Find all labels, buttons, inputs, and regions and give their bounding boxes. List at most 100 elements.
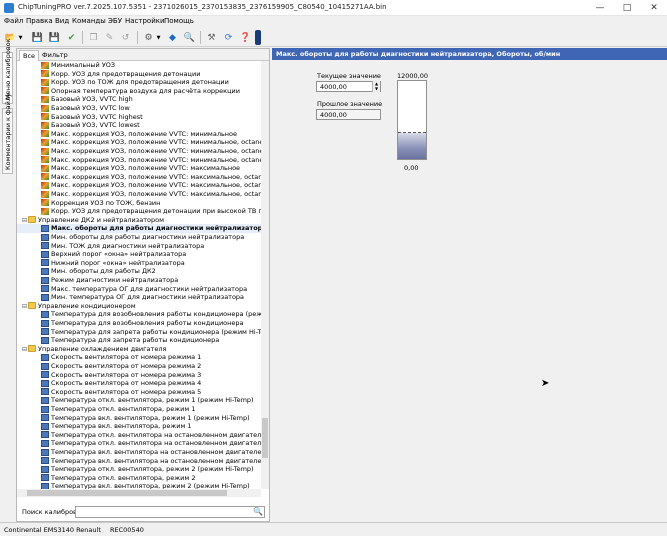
search-input[interactable]: [75, 506, 265, 518]
tree-item[interactable]: Температура вкл. вентилятора, режим 1 (р…: [17, 414, 261, 423]
tree-item[interactable]: Макс. обороты для работы диагностики ней…: [17, 224, 261, 233]
checksum-icon[interactable]: ✔: [64, 30, 79, 45]
calibration-panel: Все Фильтр Минимальный УОЗ Корр. УОЗ для …: [16, 48, 270, 522]
tree-item[interactable]: Коррекция УОЗ по ТОЖ, бензин: [17, 199, 261, 208]
hscroll-thumb[interactable]: [27, 490, 227, 496]
tree-horizontal-scrollbar[interactable]: [17, 489, 261, 497]
tree-item[interactable]: Температура откл. вентилятора, режим 1 (…: [17, 396, 261, 405]
value-1d-icon: [41, 285, 49, 293]
tree-item-label: Корр. УОЗ для предотвращения детонации: [51, 69, 201, 78]
tree-item[interactable]: Минимальный УОЗ: [17, 61, 261, 70]
tree-item-label: Скорость вентилятора от номера режима 1: [51, 353, 202, 362]
tree-item[interactable]: Нижний порог «окна» нейтрализатора: [17, 259, 261, 268]
update-icon[interactable]: ⟳: [221, 30, 236, 45]
tree-item[interactable]: Базовый УОЗ, VVTC high: [17, 95, 261, 104]
map-3d-icon: [41, 121, 49, 129]
tree-folder[interactable]: ⊟ Управление охлаждением двигателя: [17, 345, 261, 354]
tree-vertical-scrollbar[interactable]: [261, 61, 269, 489]
tree-item[interactable]: Температура вкл. вентилятора, режим 1: [17, 422, 261, 431]
tree-item[interactable]: Температура откл. вентилятора, режим 2 (…: [17, 465, 261, 474]
tree-folder[interactable]: ⊟ Управление ДК2 и нейтрализатором: [17, 216, 261, 225]
tree-item[interactable]: Опорная температура воздуха для расчёта …: [17, 87, 261, 96]
menu-settings[interactable]: Настройки: [125, 17, 165, 25]
tree-item[interactable]: Базовый УОЗ, VVTC highest: [17, 113, 261, 122]
tree-item[interactable]: Температура откл. вентилятора на останов…: [17, 431, 261, 440]
tree-item[interactable]: Макс. коррекция УОЗ, положение VVTC: мак…: [17, 190, 261, 199]
folder-icon: [28, 345, 36, 353]
tree-folder[interactable]: ⊟ Управление кондиционером: [17, 302, 261, 311]
chevron-down-icon[interactable]: ▼: [17, 30, 24, 45]
previous-value-field: 4000,00: [316, 109, 381, 120]
tree-item[interactable]: Макс. коррекция УОЗ, положение VVTC: мак…: [17, 181, 261, 190]
tools-icon[interactable]: ⚒: [204, 30, 219, 45]
menu-view[interactable]: Вид: [55, 17, 69, 25]
tree-item[interactable]: Скорость вентилятора от номера режима 2: [17, 362, 261, 371]
tree-item[interactable]: Макс. коррекция УОЗ, положение VVTC: мин…: [17, 130, 261, 139]
help-icon[interactable]: ❓: [238, 30, 253, 45]
search-icon[interactable]: 🔍: [182, 30, 197, 45]
search-icon[interactable]: 🔍: [253, 507, 263, 516]
tree-item[interactable]: Режим диагностики нейтрализатора: [17, 276, 261, 285]
maximize-button[interactable]: □: [614, 0, 640, 16]
tree-item[interactable]: Температура вкл. вентилятора на остановл…: [17, 457, 261, 466]
paste-icon[interactable]: ✎: [102, 30, 117, 45]
tree-item[interactable]: Макс. коррекция УОЗ, положение VVTC: мак…: [17, 164, 261, 173]
tab-file-comments[interactable]: Комментарии к файлу: [2, 93, 13, 174]
diamond-icon[interactable]: ◆: [165, 30, 180, 45]
tree-item-label: Управление ДК2 и нейтрализатором: [38, 215, 164, 224]
menu-ecu[interactable]: ЭБУ: [108, 17, 122, 25]
calibration-tree: Минимальный УОЗ Корр. УОЗ для предотвраще…: [17, 61, 261, 497]
close-button[interactable]: ✕: [641, 0, 667, 16]
tree-item[interactable]: Температура откл. вентилятора, режим 2: [17, 474, 261, 483]
menu-edit[interactable]: Правка: [26, 17, 53, 25]
tab-all[interactable]: Все: [19, 50, 40, 61]
tree-item-label: Температура вкл. вентилятора на остановл…: [51, 456, 261, 465]
tree-item[interactable]: Температура для возобновления работы кон…: [17, 319, 261, 328]
value-1d-icon: [41, 388, 49, 396]
menu-commands[interactable]: Команды: [72, 17, 106, 25]
tree-item[interactable]: Макс. коррекция УОЗ, положение VVTC: мин…: [17, 138, 261, 147]
tree-item[interactable]: Температура откл. вентилятора на останов…: [17, 439, 261, 448]
copy-icon[interactable]: ❐: [86, 30, 101, 45]
tree-item[interactable]: Скорость вентилятора от номера режима 5: [17, 388, 261, 397]
tree-item[interactable]: Макс. коррекция УОЗ, положение VVTC: мин…: [17, 156, 261, 165]
tab-filter[interactable]: Фильтр: [39, 50, 71, 61]
value-spinner[interactable]: ▲ ▼: [372, 81, 380, 92]
tree-item[interactable]: Корр. УОЗ для предотвращения детонации: [17, 70, 261, 79]
tree-item[interactable]: Температура для запрета работы кондицион…: [17, 328, 261, 337]
tree-item-label: Базовый УОЗ, VVTC low: [51, 104, 130, 112]
tree-item-label: Режим диагностики нейтрализатора: [51, 276, 179, 284]
tree-item[interactable]: Макс. коррекция УОЗ, положение VVTC: мин…: [17, 147, 261, 156]
tree-item[interactable]: Верхний порог «окна» нейтрализатора: [17, 250, 261, 259]
tree-item[interactable]: Корр. УОЗ для предотвращения детонации п…: [17, 207, 261, 216]
undo-icon[interactable]: ↺: [118, 30, 133, 45]
tree-item[interactable]: Скорость вентилятора от номера режима 4: [17, 379, 261, 388]
compare-chevron-down-icon[interactable]: ▼: [155, 30, 162, 45]
tree-item[interactable]: Базовый УОЗ, VVTC low: [17, 104, 261, 113]
tree-item[interactable]: Мин. температура ОГ для диагностики нейт…: [17, 293, 261, 302]
tree-item[interactable]: Мин. обороты для работы диагностики нейт…: [17, 233, 261, 242]
menu-help[interactable]: Помощь: [164, 17, 194, 25]
tree-item[interactable]: Мин. ТОЖ для диагностики нейтрализатора: [17, 242, 261, 251]
minimize-button[interactable]: —: [587, 0, 613, 16]
tree-item-label: Коррекция УОЗ по ТОЖ, бензин: [51, 198, 161, 207]
value-1d-icon: [41, 224, 49, 232]
tree-item[interactable]: Скорость вентилятора от номера режима 3: [17, 371, 261, 380]
tree-item[interactable]: Мин. обороты для работы ДК2: [17, 267, 261, 276]
compare-icon[interactable]: ⚙: [141, 30, 156, 45]
tree-item[interactable]: Базовый УОЗ, VVTC lowest: [17, 121, 261, 130]
save-icon[interactable]: 💾: [30, 30, 45, 45]
scroll-thumb[interactable]: [262, 418, 268, 458]
tree-item[interactable]: Макс. коррекция УОЗ, положение VVTC: мак…: [17, 173, 261, 182]
tree-item[interactable]: Температура вкл. вентилятора на остановл…: [17, 448, 261, 457]
tree-item[interactable]: Температура для возобновления работы кон…: [17, 310, 261, 319]
tree-item[interactable]: Корр. УОЗ по ТОЖ для предотвращения дето…: [17, 78, 261, 87]
menu-file[interactable]: Файл: [4, 17, 23, 25]
tree-item[interactable]: Скорость вентилятора от номера режима 1: [17, 353, 261, 362]
value-gauge[interactable]: [397, 80, 427, 160]
tree-item[interactable]: Макс. температура ОГ для диагностики ней…: [17, 285, 261, 294]
app-icon: [4, 3, 14, 13]
tree-item[interactable]: Температура для запрета работы кондицион…: [17, 336, 261, 345]
save-as-icon[interactable]: 💾: [47, 30, 62, 45]
tree-item[interactable]: Температура откл. вентилятора, режим 1: [17, 405, 261, 414]
